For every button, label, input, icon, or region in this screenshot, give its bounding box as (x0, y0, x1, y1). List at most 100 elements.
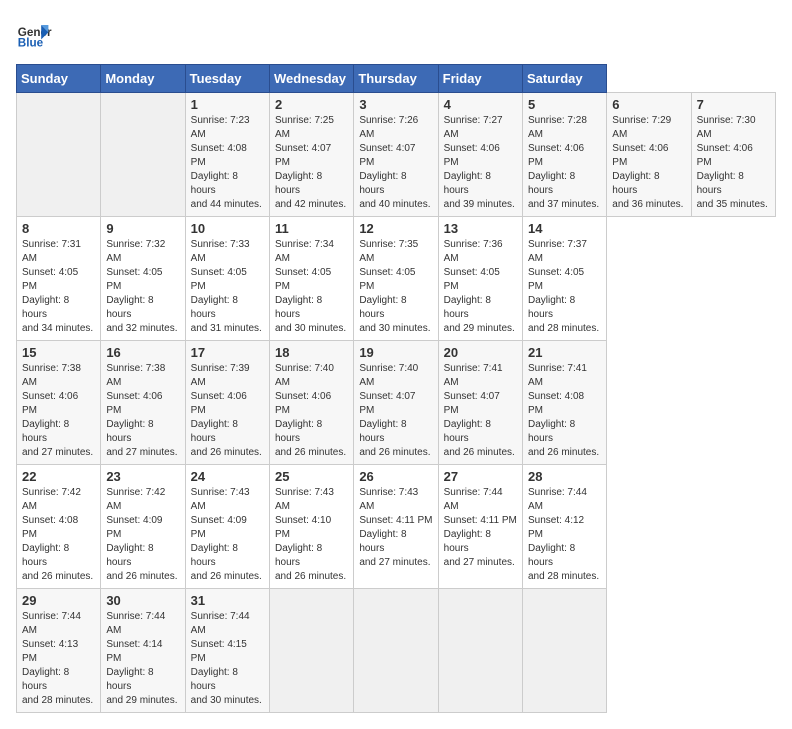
calendar-table: SundayMondayTuesdayWednesdayThursdayFrid… (16, 64, 776, 713)
cell-info: Sunrise: 7:43 AMSunset: 4:09 PMDaylight:… (191, 486, 264, 584)
calendar-week-1: 1 Sunrise: 7:23 AMSunset: 4:08 PMDaylight… (17, 93, 776, 217)
cell-info: Sunrise: 7:44 AMSunset: 4:13 PMDaylight:… (22, 610, 95, 708)
cell-info: Sunrise: 7:35 AMSunset: 4:05 PMDaylight:… (359, 238, 432, 336)
cell-info: Sunrise: 7:44 AMSunset: 4:12 PMDaylight:… (528, 486, 601, 584)
calendar-cell (269, 589, 353, 713)
logo-icon: General Blue (16, 16, 52, 52)
day-number: 11 (275, 221, 348, 236)
cell-info: Sunrise: 7:28 AMSunset: 4:06 PMDaylight:… (528, 114, 601, 212)
day-number: 16 (106, 345, 179, 360)
day-header-thursday: Thursday (354, 65, 438, 93)
day-number: 12 (359, 221, 432, 236)
day-number: 1 (191, 97, 264, 112)
calendar-cell (17, 93, 101, 217)
day-number: 26 (359, 469, 432, 484)
cell-info: Sunrise: 7:38 AMSunset: 4:06 PMDaylight:… (22, 362, 95, 460)
day-header-saturday: Saturday (522, 65, 606, 93)
day-number: 24 (191, 469, 264, 484)
day-number: 29 (22, 593, 95, 608)
cell-info: Sunrise: 7:40 AMSunset: 4:07 PMDaylight:… (359, 362, 432, 460)
day-number: 5 (528, 97, 601, 112)
day-number: 23 (106, 469, 179, 484)
day-number: 25 (275, 469, 348, 484)
day-number: 28 (528, 469, 601, 484)
calendar-cell: 19Sunrise: 7:40 AMSunset: 4:07 PMDayligh… (354, 341, 438, 465)
cell-info: Sunrise: 7:31 AMSunset: 4:05 PMDaylight:… (22, 238, 95, 336)
calendar-cell: 13Sunrise: 7:36 AMSunset: 4:05 PMDayligh… (438, 217, 522, 341)
cell-info: Sunrise: 7:44 AMSunset: 4:14 PMDaylight:… (106, 610, 179, 708)
calendar-cell: 7Sunrise: 7:30 AMSunset: 4:06 PMDaylight… (691, 93, 775, 217)
cell-info: Sunrise: 7:39 AMSunset: 4:06 PMDaylight:… (191, 362, 264, 460)
calendar-cell: 12 Sunrise: 7:35 AMSunset: 4:05 PMDayligh… (354, 217, 438, 341)
calendar-cell (522, 589, 606, 713)
day-number: 2 (275, 97, 348, 112)
cell-info: Sunrise: 7:25 AMSunset: 4:07 PMDaylight:… (275, 114, 348, 212)
calendar-cell: 10 Sunrise: 7:33 AMSunset: 4:05 PMDayligh… (185, 217, 269, 341)
cell-info: Sunrise: 7:33 AMSunset: 4:05 PMDaylight:… (191, 238, 264, 336)
cell-info: Sunrise: 7:41 AMSunset: 4:08 PMDaylight:… (528, 362, 601, 460)
cell-info: Sunrise: 7:34 AMSunset: 4:05 PMDaylight:… (275, 238, 348, 336)
svg-text:Blue: Blue (18, 37, 44, 50)
calendar-cell: 8Sunrise: 7:31 AMSunset: 4:05 PMDaylight… (17, 217, 101, 341)
day-number: 10 (191, 221, 264, 236)
day-header-tuesday: Tuesday (185, 65, 269, 93)
calendar-week-2: 8Sunrise: 7:31 AMSunset: 4:05 PMDaylight… (17, 217, 776, 341)
day-header-monday: Monday (101, 65, 185, 93)
calendar-cell (101, 93, 185, 217)
day-number: 27 (444, 469, 517, 484)
calendar-cell: 16 Sunrise: 7:38 AMSunset: 4:06 PMDayligh… (101, 341, 185, 465)
cell-info: Sunrise: 7:32 AMSunset: 4:05 PMDaylight:… (106, 238, 179, 336)
day-number: 6 (612, 97, 685, 112)
calendar-cell: 28 Sunrise: 7:44 AMSunset: 4:12 PMDayligh… (522, 465, 606, 589)
calendar-cell: 4 Sunrise: 7:27 AMSunset: 4:06 PMDaylight… (438, 93, 522, 217)
logo: General Blue (16, 16, 52, 52)
day-number: 31 (191, 593, 264, 608)
day-number: 15 (22, 345, 95, 360)
calendar-cell: 29 Sunrise: 7:44 AMSunset: 4:13 PMDayligh… (17, 589, 101, 713)
day-number: 30 (106, 593, 179, 608)
cell-info: Sunrise: 7:27 AMSunset: 4:06 PMDaylight:… (444, 114, 517, 212)
calendar-cell: 23 Sunrise: 7:42 AMSunset: 4:09 PMDayligh… (101, 465, 185, 589)
day-header-sunday: Sunday (17, 65, 101, 93)
calendar-cell: 21 Sunrise: 7:41 AMSunset: 4:08 PMDayligh… (522, 341, 606, 465)
day-number: 9 (106, 221, 179, 236)
day-header-friday: Friday (438, 65, 522, 93)
day-number: 7 (697, 97, 770, 112)
calendar-cell: 17 Sunrise: 7:39 AMSunset: 4:06 PMDayligh… (185, 341, 269, 465)
day-number: 4 (444, 97, 517, 112)
day-number: 20 (444, 345, 517, 360)
calendar-cell: 9 Sunrise: 7:32 AMSunset: 4:05 PMDaylight… (101, 217, 185, 341)
calendar-cell: 26Sunrise: 7:43 AMSunset: 4:11 PMDayligh… (354, 465, 438, 589)
cell-info: Sunrise: 7:41 AMSunset: 4:07 PMDaylight:… (444, 362, 517, 460)
calendar-body: 1 Sunrise: 7:23 AMSunset: 4:08 PMDaylight… (17, 93, 776, 713)
calendar-cell: 30 Sunrise: 7:44 AMSunset: 4:14 PMDayligh… (101, 589, 185, 713)
cell-info: Sunrise: 7:36 AMSunset: 4:05 PMDaylight:… (444, 238, 517, 336)
calendar-cell: 2 Sunrise: 7:25 AMSunset: 4:07 PMDaylight… (269, 93, 353, 217)
day-number: 21 (528, 345, 601, 360)
calendar-cell: 22Sunrise: 7:42 AMSunset: 4:08 PMDayligh… (17, 465, 101, 589)
cell-info: Sunrise: 7:44 AMSunset: 4:15 PMDaylight:… (191, 610, 264, 708)
calendar-week-3: 15 Sunrise: 7:38 AMSunset: 4:06 PMDayligh… (17, 341, 776, 465)
calendar-cell: 31 Sunrise: 7:44 AMSunset: 4:15 PMDayligh… (185, 589, 269, 713)
cell-info: Sunrise: 7:43 AMSunset: 4:10 PMDaylight:… (275, 486, 348, 584)
calendar-header-row: SundayMondayTuesdayWednesdayThursdayFrid… (17, 65, 776, 93)
calendar-cell: 15 Sunrise: 7:38 AMSunset: 4:06 PMDayligh… (17, 341, 101, 465)
calendar-cell: 25 Sunrise: 7:43 AMSunset: 4:10 PMDayligh… (269, 465, 353, 589)
cell-info: Sunrise: 7:42 AMSunset: 4:09 PMDaylight:… (106, 486, 179, 584)
cell-info: Sunrise: 7:38 AMSunset: 4:06 PMDaylight:… (106, 362, 179, 460)
cell-info: Sunrise: 7:37 AMSunset: 4:05 PMDaylight:… (528, 238, 601, 336)
calendar-cell (354, 589, 438, 713)
calendar-cell: 20 Sunrise: 7:41 AMSunset: 4:07 PMDayligh… (438, 341, 522, 465)
day-number: 17 (191, 345, 264, 360)
page-header: General Blue (16, 16, 776, 52)
day-number: 3 (359, 97, 432, 112)
day-number: 18 (275, 345, 348, 360)
calendar-cell: 6Sunrise: 7:29 AMSunset: 4:06 PMDaylight… (607, 93, 691, 217)
cell-info: Sunrise: 7:23 AMSunset: 4:08 PMDaylight:… (191, 114, 264, 212)
cell-info: Sunrise: 7:40 AMSunset: 4:06 PMDaylight:… (275, 362, 348, 460)
calendar-cell (438, 589, 522, 713)
day-number: 14 (528, 221, 601, 236)
calendar-cell: 18 Sunrise: 7:40 AMSunset: 4:06 PMDayligh… (269, 341, 353, 465)
calendar-cell: 27Sunrise: 7:44 AMSunset: 4:11 PMDayligh… (438, 465, 522, 589)
calendar-week-5: 29 Sunrise: 7:44 AMSunset: 4:13 PMDayligh… (17, 589, 776, 713)
